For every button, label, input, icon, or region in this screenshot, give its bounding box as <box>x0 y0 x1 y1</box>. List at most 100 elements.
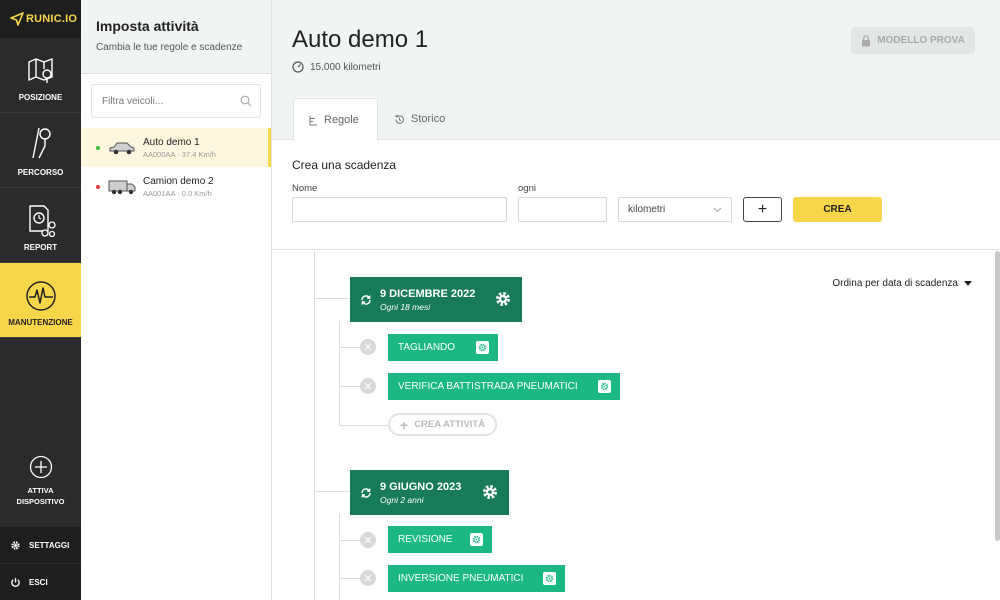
deadline-interval: Ogni 2 anni <box>380 494 424 505</box>
task-label: REVISIONE <box>398 534 453 545</box>
name-label: Nome <box>292 183 318 194</box>
vehicle-name: Auto demo 1 <box>143 136 200 148</box>
tree-line <box>339 347 360 348</box>
activate-device-button[interactable]: ATTIVA DISPOSITIVO <box>0 455 81 507</box>
nav-label: REPORT <box>23 243 58 252</box>
deadlines-tree: Ordina per data di scadenza 9 DICEMBRE 2… <box>272 251 1000 600</box>
status-dot <box>96 184 100 189</box>
vehicle-meta: AA000AA · 37.4 Km/h <box>143 149 216 159</box>
tree-line <box>339 425 389 426</box>
task-settings-icon[interactable] <box>598 380 611 393</box>
nav-label: MANUTENZIONE <box>8 318 73 327</box>
history-icon <box>394 114 404 124</box>
sort-dropdown[interactable]: Ordina per data di scadenza <box>832 278 972 289</box>
lock-icon <box>862 34 871 46</box>
nav-label: POSIZIONE <box>18 93 63 102</box>
gear-icon[interactable] <box>481 483 499 501</box>
tab-label: Storico <box>411 113 446 125</box>
vehicle-info: Camion demo 2 AA001AA · 0.0 Km/h <box>143 176 214 198</box>
page-title: Auto demo 1 <box>292 26 429 53</box>
unit-select[interactable]: kilometri <box>618 197 732 222</box>
nav-item-manutenzione[interactable]: MANUTENZIONE <box>0 263 81 338</box>
task-settings-icon[interactable] <box>476 341 489 354</box>
name-input[interactable] <box>292 197 507 222</box>
tree-line <box>314 251 315 600</box>
create-deadline-form: Crea una scadenza Nome ogni kilometri + … <box>272 141 1000 250</box>
logout-label: ESCI <box>29 577 48 587</box>
main-content: Auto demo 1 15.000 kilometri MODELLO PRO… <box>272 0 1000 600</box>
remove-task-button[interactable]: ✕ <box>360 378 376 394</box>
task-chip[interactable]: INVERSIONE PNEUMATICI <box>388 565 565 592</box>
tree-line <box>314 491 350 492</box>
tree-line <box>339 578 360 579</box>
vehicle-info: Auto demo 1 AA000AA · 37.4 Km/h <box>143 137 216 159</box>
task-label: VERIFICA BATTISTRADA PNEUMATICI <box>398 381 578 392</box>
logout-button[interactable]: ESCI <box>0 564 81 600</box>
template-button[interactable]: MODELLO PROVA <box>851 27 975 54</box>
remove-task-button[interactable]: ✕ <box>360 339 376 355</box>
task-settings-icon[interactable] <box>543 572 556 585</box>
status-dot <box>96 145 100 150</box>
settings-label: SETTAGGI <box>29 540 70 550</box>
activate-device-line2: DISPOSITIVO <box>16 497 65 506</box>
deadline-card[interactable]: 9 GIUGNO 2023 Ogni 2 anni <box>350 470 509 515</box>
unit-select-value: kilometri <box>628 204 666 215</box>
settings-button[interactable]: SETTAGGI <box>0 527 81 563</box>
task-chip[interactable]: REVISIONE <box>388 526 492 553</box>
nav-item-report[interactable]: REPORT <box>0 188 81 263</box>
odometer: 15.000 kilometri <box>292 61 381 73</box>
every-input[interactable] <box>518 197 607 222</box>
task-settings-icon[interactable] <box>470 533 483 546</box>
remove-task-button[interactable]: ✕ <box>360 532 376 548</box>
vehicles-panel-header: Imposta attività Cambia le tue regole e … <box>81 0 271 74</box>
tab-regole[interactable]: Regole <box>293 98 378 141</box>
vehicle-header: Auto demo 1 15.000 kilometri MODELLO PRO… <box>272 0 1000 141</box>
tree-line <box>339 540 360 541</box>
remove-task-button[interactable]: ✕ <box>360 570 376 586</box>
scrollbar[interactable] <box>995 251 1000 541</box>
main-nav: RUNIC.IO POSIZIONE PERCORSO REPORT MANUT… <box>0 0 81 600</box>
deadline-interval: Ogni 18 mesi <box>380 301 431 312</box>
search-icon[interactable] <box>240 95 252 107</box>
task-chip[interactable]: VERIFICA BATTISTRADA PNEUMATICI <box>388 373 620 400</box>
rules-icon <box>309 115 317 125</box>
vehicle-name: Camion demo 2 <box>143 175 214 187</box>
vehicles-panel-title: Imposta attività <box>96 18 199 34</box>
vehicle-row-camion-demo-2[interactable]: Camion demo 2 AA001AA · 0.0 Km/h <box>81 167 271 206</box>
app-window: RUNIC.IO POSIZIONE PERCORSO REPORT MANUT… <box>0 0 1000 600</box>
nav-item-percorso[interactable]: PERCORSO <box>0 113 81 188</box>
logo-icon <box>10 12 24 26</box>
caret-down-icon <box>964 281 972 286</box>
tree-line <box>339 386 360 387</box>
deadline-date: 9 DICEMBRE 2022 <box>380 287 476 300</box>
vehicle-row-auto-demo-1[interactable]: Auto demo 1 AA000AA · 37.4 Km/h <box>81 128 271 167</box>
gear-icon[interactable] <box>494 290 512 308</box>
nav-label: PERCORSO <box>17 168 64 177</box>
create-task-button[interactable]: + CREA ATTIVITÀ <box>388 413 498 436</box>
create-button[interactable]: CREA <box>793 197 882 222</box>
route-icon <box>31 127 51 159</box>
vehicles-panel-subtitle: Cambia le tue regole e scadenze <box>96 42 243 53</box>
vehicles-panel: Imposta attività Cambia le tue regole e … <box>81 0 272 600</box>
activate-device-line1: ATTIVA <box>27 486 54 495</box>
maintenance-icon <box>25 281 56 311</box>
logo-text: RUNIC.IO <box>26 13 78 25</box>
nav-item-posizione[interactable]: POSIZIONE <box>0 38 81 113</box>
odometer-value: 15.000 kilometri <box>310 61 381 73</box>
car-icon <box>109 142 135 154</box>
add-button[interactable]: + <box>743 197 782 222</box>
tab-storico[interactable]: Storico <box>380 98 459 140</box>
deadline-card[interactable]: 9 DICEMBRE 2022 Ogni 18 mesi <box>350 277 522 322</box>
tree-line <box>314 298 350 299</box>
template-button-label: MODELLO PROVA <box>877 35 965 46</box>
vehicle-search-input[interactable] <box>102 95 240 107</box>
task-label: TAGLIANDO <box>398 342 456 353</box>
sort-label: Ordina per data di scadenza <box>832 278 958 289</box>
power-icon <box>11 577 20 587</box>
truck-icon <box>108 180 136 194</box>
deadline-info: 9 DICEMBRE 2022 Ogni 18 mesi <box>380 288 475 312</box>
task-chip[interactable]: TAGLIANDO <box>388 334 498 361</box>
recurring-icon <box>361 294 371 305</box>
app-logo[interactable]: RUNIC.IO <box>0 0 81 38</box>
task-label: INVERSIONE PNEUMATICI <box>398 573 524 584</box>
